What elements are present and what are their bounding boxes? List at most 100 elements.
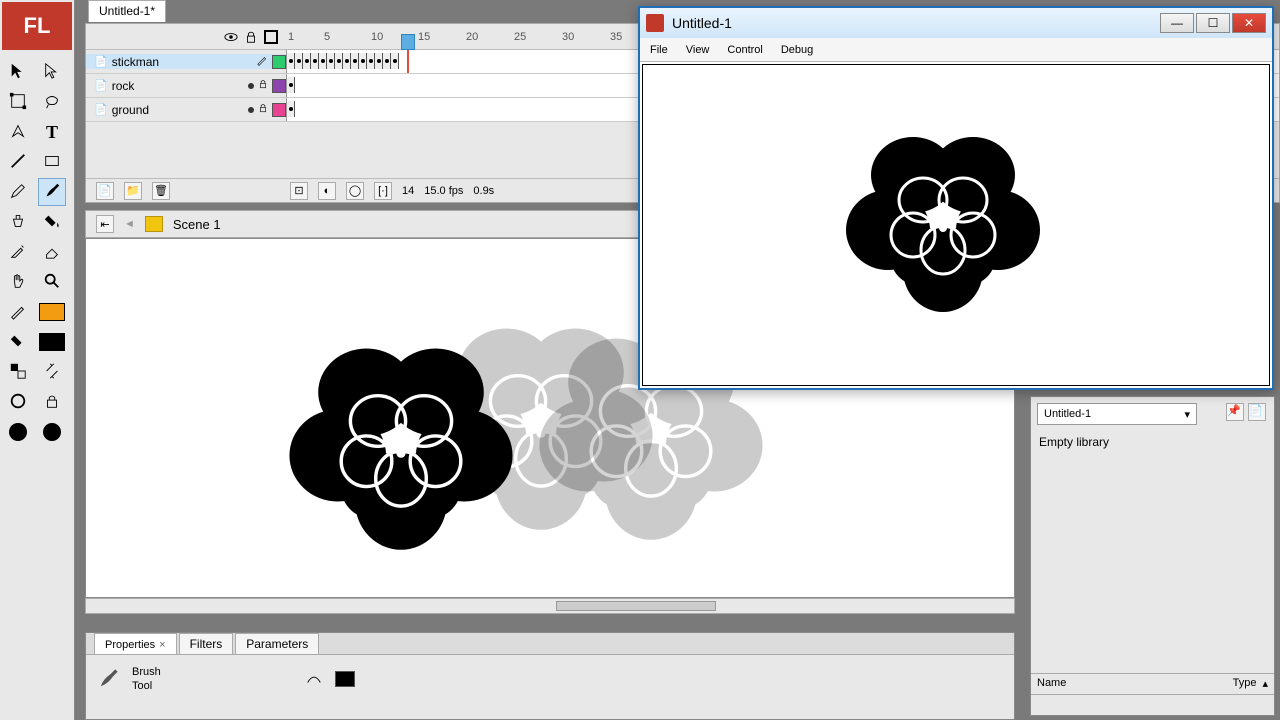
menu-view[interactable]: View [686, 44, 710, 56]
fill-color[interactable] [4, 328, 32, 356]
window-controls: — ☐ ✕ [1160, 13, 1266, 33]
column-name[interactable]: Name [1037, 677, 1233, 691]
onion-outline-button[interactable]: ◯ [346, 182, 364, 200]
pin-library-button[interactable]: 📌 [1226, 403, 1244, 421]
layer-name-area: 📄 ground [86, 103, 286, 117]
pencil-icon [9, 182, 27, 203]
edit-scene-button[interactable]: ⇤ [96, 215, 114, 233]
default-colors[interactable] [38, 358, 66, 386]
brush-shape-round-icon [43, 423, 61, 441]
stroke-color[interactable] [4, 298, 32, 326]
library-status: Empty library [1031, 431, 1274, 453]
text-tool[interactable]: T [38, 118, 66, 146]
column-type[interactable]: Type [1233, 677, 1257, 691]
stage-flower [286, 329, 516, 559]
ink-bottle-tool[interactable] [4, 208, 32, 236]
fill-swatch[interactable] [38, 328, 66, 356]
tab-filters[interactable]: Filters [179, 633, 234, 654]
scene-name[interactable]: Scene 1 [173, 217, 221, 232]
new-folder-button[interactable]: 📁 [124, 182, 142, 200]
menu-debug[interactable]: Debug [781, 44, 813, 56]
smoothing-icon[interactable] [305, 669, 323, 690]
option-object-drawing[interactable] [4, 388, 32, 416]
elapsed-time-value: 0.9s [473, 185, 494, 197]
preview-flower [843, 120, 1043, 320]
properties-panel: Properties× Filters Parameters Brush Too… [85, 632, 1015, 720]
hand-tool[interactable] [4, 268, 32, 296]
brush-shape-option[interactable] [38, 418, 66, 446]
onion-skin-button[interactable]: ◐ [318, 182, 336, 200]
stroke-swatch[interactable] [38, 298, 66, 326]
brush-size-option[interactable] [4, 418, 32, 446]
layer-name-area: 📄 stickman [86, 54, 286, 69]
rect-icon [43, 152, 61, 173]
window-title: Untitled-1 [672, 15, 1152, 31]
close-button[interactable]: ✕ [1232, 13, 1266, 33]
subselection-tool[interactable] [38, 58, 66, 86]
library-document-select[interactable]: Untitled-1 ▾ [1037, 403, 1197, 425]
keyframes [287, 53, 399, 69]
close-icon[interactable]: × [159, 639, 165, 651]
ruler-mark: 10 [371, 31, 383, 43]
free-transform-tool[interactable] [4, 88, 32, 116]
brush-icon [43, 182, 61, 203]
black-swatch [39, 333, 65, 351]
menu-file[interactable]: File [650, 44, 668, 56]
rectangle-tool[interactable] [38, 148, 66, 176]
menu-control[interactable]: Control [727, 44, 762, 56]
visibility-icon[interactable] [224, 30, 238, 44]
option-lock-fill[interactable] [38, 388, 66, 416]
document-tab[interactable]: Untitled-1* [88, 0, 166, 22]
swf-preview-window[interactable]: Untitled-1 — ☐ ✕ File View Control Debug [638, 6, 1274, 390]
properties-tabs: Properties× Filters Parameters [86, 633, 1014, 655]
default-icon [43, 362, 61, 383]
outline-header-icon[interactable] [264, 30, 278, 44]
horizontal-scrollbar[interactable] [85, 598, 1015, 614]
pencil-mini-icon [9, 302, 27, 323]
properties-body: Brush Tool [86, 655, 1014, 704]
lock-mini-icon [43, 392, 61, 413]
scroll-thumb[interactable] [556, 601, 716, 611]
center-frame-button[interactable]: ⊡ [290, 182, 308, 200]
ruler-mark: 30 [562, 31, 574, 43]
edit-multiple-button[interactable]: [·] [374, 182, 392, 200]
keyframes [287, 77, 295, 93]
transform-icon [9, 92, 27, 113]
layer-name: stickman [112, 55, 252, 69]
lock-header-icon[interactable] [244, 30, 258, 44]
text-icon: T [46, 122, 58, 143]
fill-color-swatch[interactable] [335, 671, 355, 687]
tab-properties[interactable]: Properties× [94, 633, 177, 654]
zoom-tool[interactable] [38, 268, 66, 296]
brush-tool[interactable] [38, 178, 66, 206]
line-tool[interactable] [4, 148, 32, 176]
paint-bucket-tool[interactable] [38, 208, 66, 236]
layer-name-area: 📄 rock [86, 79, 286, 93]
dot-icon [248, 107, 254, 113]
selection-tool[interactable] [4, 58, 32, 86]
chevron-down-icon: ▾ [1184, 408, 1190, 421]
hand-icon [9, 272, 27, 293]
new-library-button[interactable]: 📄 [1248, 403, 1266, 421]
pencil-tool[interactable] [4, 178, 32, 206]
circle-outline-icon [9, 392, 27, 413]
tab-parameters[interactable]: Parameters [235, 633, 319, 654]
window-titlebar[interactable]: Untitled-1 — ☐ ✕ [640, 8, 1272, 38]
eraser-tool[interactable] [38, 238, 66, 266]
pen-tool[interactable] [4, 118, 32, 146]
lasso-tool[interactable] [38, 88, 66, 116]
minimize-button[interactable]: — [1160, 13, 1194, 33]
sort-icon[interactable]: ▴ [1262, 677, 1268, 691]
playhead[interactable] [407, 50, 409, 73]
eyedropper-tool[interactable] [4, 238, 32, 266]
layer-name: ground [112, 103, 244, 117]
arrow-outline-icon [43, 62, 61, 83]
eyedropper-icon [9, 242, 27, 263]
new-layer-button[interactable]: 📄 [96, 182, 114, 200]
back-arrow-icon[interactable]: ◄ [124, 218, 135, 230]
delete-layer-button[interactable]: 🗑 [152, 182, 170, 200]
layer-color-indicator [272, 55, 286, 69]
lock-icon [258, 103, 268, 116]
maximize-button[interactable]: ☐ [1196, 13, 1230, 33]
swap-colors[interactable] [4, 358, 32, 386]
